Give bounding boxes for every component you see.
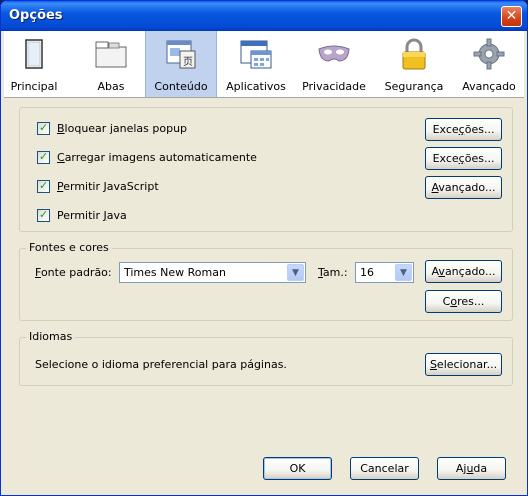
- tab-label: Principal: [10, 80, 58, 93]
- group-legend: Fontes e cores: [26, 241, 112, 254]
- select-value: 16: [360, 266, 374, 279]
- help-button[interactable]: Ajuda: [437, 457, 506, 480]
- content-icon: 页: [166, 40, 196, 69]
- close-icon: ✕: [505, 8, 518, 24]
- applications-icon: [240, 40, 272, 69]
- ok-button[interactable]: OK: [263, 457, 332, 480]
- tab-label: Segurança: [384, 80, 444, 93]
- cancel-button[interactable]: Cancelar: [350, 457, 419, 480]
- window-icon: [25, 39, 43, 69]
- checkbox[interactable]: ✓: [37, 121, 50, 135]
- javascript-advanced-button[interactable]: Avançado...: [425, 176, 502, 199]
- images-exceptions-button[interactable]: Exceções...: [425, 147, 502, 170]
- font-size-select[interactable]: 16 ▼: [355, 262, 414, 283]
- checkbox[interactable]: ✓: [37, 208, 50, 222]
- tab-label: Aplicativos: [226, 80, 286, 93]
- check-label: Permitir JavaScript: [57, 180, 159, 193]
- tab-abas[interactable]: Abas: [86, 31, 136, 97]
- chevron-down-icon[interactable]: ▼: [287, 264, 304, 281]
- window-title: Opções: [9, 8, 63, 23]
- tab-conteudo[interactable]: 页 Conteúdo: [145, 31, 217, 97]
- svg-text:页: 页: [183, 56, 193, 68]
- tab-label: Conteúdo: [154, 80, 208, 93]
- fonts-advanced-button[interactable]: Avançado...: [425, 260, 502, 283]
- close-button[interactable]: ✕: [501, 6, 522, 27]
- lock-icon: [402, 38, 426, 70]
- tab-label: Abas: [97, 80, 125, 93]
- default-font-label: Fonte padrão:: [35, 266, 112, 279]
- default-font-select[interactable]: Times New Roman ▼: [119, 262, 306, 283]
- checkmark-icon: ✓: [39, 208, 49, 221]
- check-label: Bloquear janelas popup: [57, 122, 188, 135]
- tab-privacidade[interactable]: Privacidade: [299, 31, 369, 97]
- check-label: Permitir Java: [57, 209, 127, 222]
- title-bar[interactable]: Opções ✕: [1, 1, 527, 31]
- category-toolbar: Principal Abas 页 Conteúdo Aplicativos Pr…: [4, 31, 524, 98]
- select-value: Times New Roman: [124, 266, 226, 279]
- checkmark-icon: ✓: [39, 150, 49, 163]
- check-label: Carregar imagens automaticamente: [57, 151, 257, 164]
- tab-principal[interactable]: Principal: [4, 31, 64, 97]
- colors-button[interactable]: Cores...: [425, 290, 502, 313]
- tab-seguranca[interactable]: Segurança: [380, 31, 448, 97]
- select-language-button[interactable]: Selecionar...: [425, 353, 502, 376]
- chevron-down-icon[interactable]: ▼: [395, 264, 412, 281]
- checkmark-icon: ✓: [39, 121, 49, 134]
- tab-label: Privacidade: [302, 80, 366, 93]
- tabs-icon: [95, 41, 127, 68]
- size-label: Tam.:: [318, 266, 348, 279]
- tab-label: Avançado: [462, 80, 516, 93]
- options-dialog: Opções ✕ Principal Abas 页 Conteúdo Aplic…: [0, 0, 528, 496]
- mask-icon: [318, 45, 350, 62]
- tab-avancado[interactable]: Avançado: [456, 31, 522, 97]
- checkbox[interactable]: ✓: [37, 150, 50, 164]
- popup-exceptions-button[interactable]: Exceções...: [425, 118, 502, 141]
- checkmark-icon: ✓: [39, 179, 49, 192]
- language-description: Selecione o idioma preferencial para pág…: [35, 358, 287, 371]
- group-legend: Idiomas: [26, 330, 76, 343]
- gear-icon: [473, 38, 505, 70]
- checkbox[interactable]: ✓: [37, 179, 50, 193]
- tab-aplicativos[interactable]: Aplicativos: [223, 31, 289, 97]
